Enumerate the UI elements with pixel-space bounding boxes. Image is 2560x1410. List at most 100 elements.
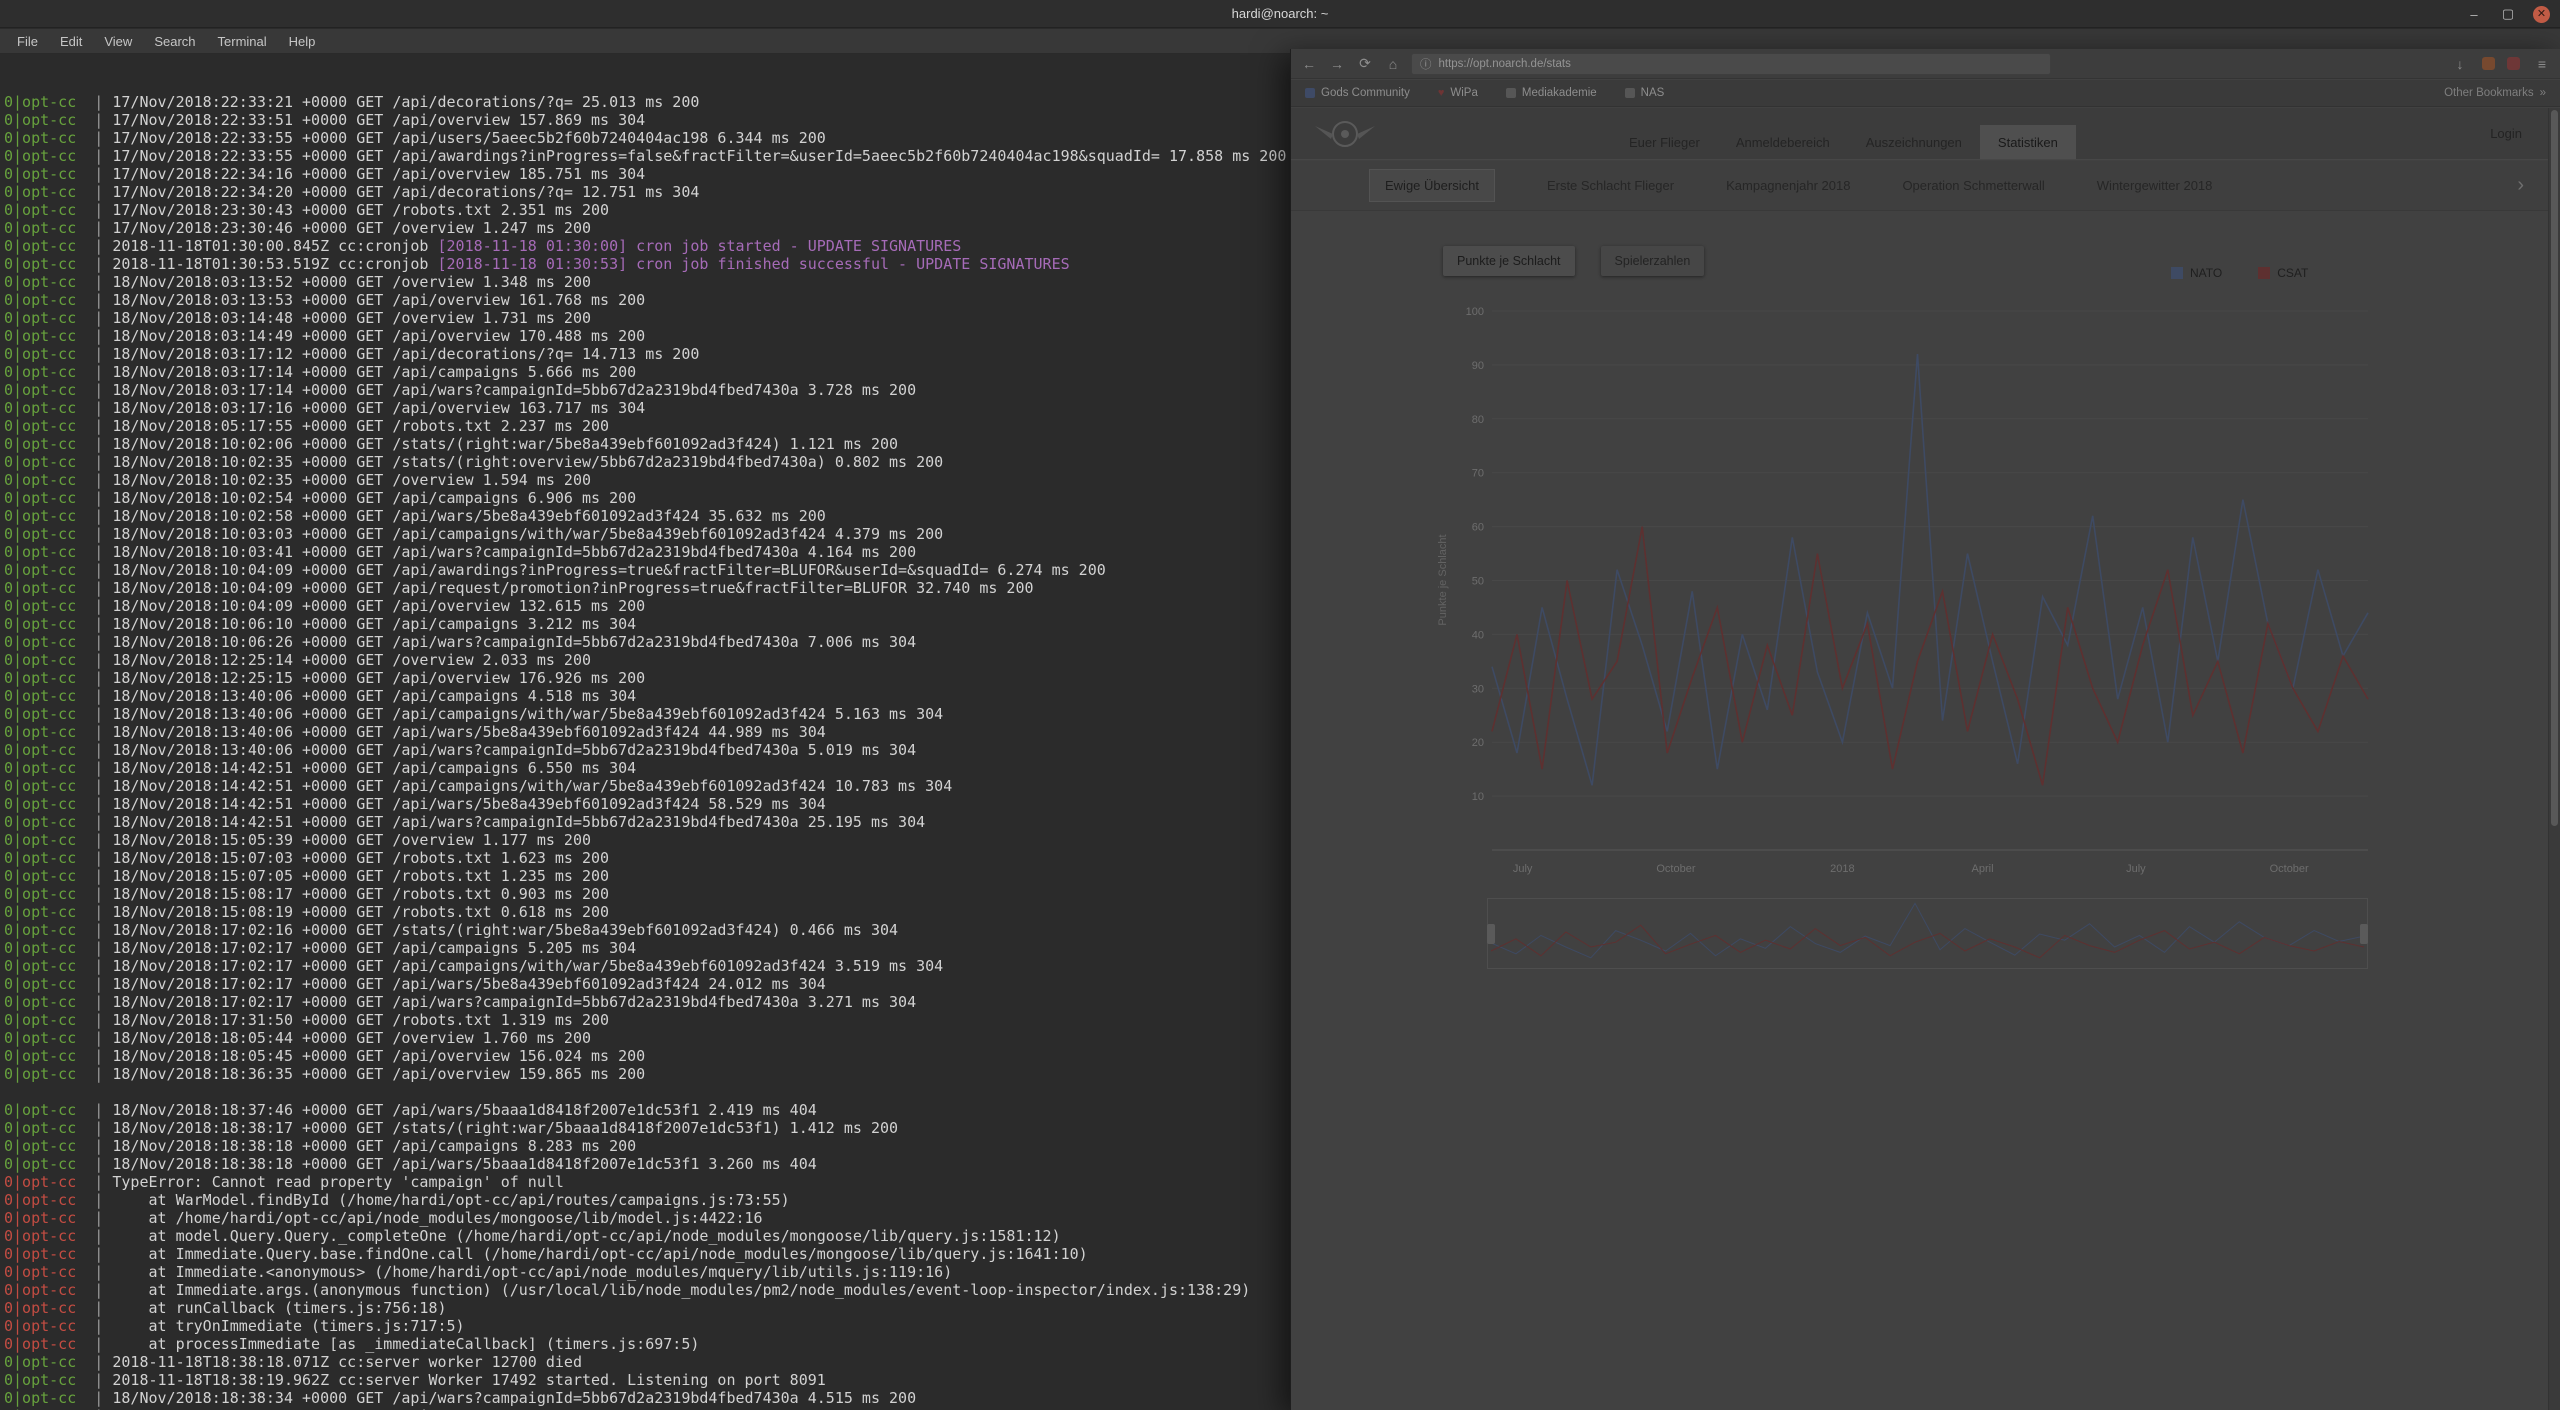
maximize-button[interactable]: ▢ — [2499, 6, 2517, 22]
log-message: 18/Nov/2018:10:04:09 +0000 GET /api/over… — [112, 597, 645, 615]
bookmark-label: Mediakademie — [1522, 87, 1597, 99]
campaign-tab-kampagnenjahr-2018[interactable]: Kampagnenjahr 2018 — [1726, 178, 1850, 193]
log-prefix: 0|opt-cc — [4, 723, 76, 741]
log-prefix: 0|opt-cc — [4, 1299, 76, 1317]
menu-help[interactable]: Help — [278, 29, 327, 53]
site-info-icon[interactable]: ⓘ — [1420, 56, 1432, 72]
log-separator: | — [76, 219, 112, 237]
scrollbar-thumb[interactable] — [2551, 110, 2558, 826]
other-bookmarks[interactable]: Other Bookmarks» — [2444, 87, 2546, 99]
log-separator: | — [76, 993, 112, 1011]
log-message: 18/Nov/2018:03:17:16 +0000 GET /api/over… — [112, 399, 645, 417]
url-text: https://opt.noarch.de/stats — [1439, 58, 1571, 70]
log-prefix: 0|opt-cc — [4, 1065, 76, 1083]
legend-swatch — [2258, 267, 2270, 279]
log-separator: | — [76, 849, 112, 867]
log-message: 17/Nov/2018:22:33:55 +0000 GET /api/awar… — [112, 147, 1286, 165]
log-separator: | — [76, 471, 112, 489]
bookmark-item[interactable]: Gods Community — [1305, 87, 1410, 99]
legend-item-csat[interactable]: CSAT — [2258, 266, 2308, 280]
extension-icon-2[interactable] — [2507, 57, 2520, 70]
log-message: 2018-11-18T18:38:18.071Z cc:server worke… — [112, 1353, 582, 1371]
site-tab-euer-flieger[interactable]: Euer Flieger — [1611, 125, 1718, 159]
log-message: 2018-11-18T18:38:19.962Z cc:server Worke… — [112, 1371, 825, 1389]
legend-item-nato[interactable]: NATO — [2171, 266, 2222, 280]
bookmark-item[interactable]: Mediakademie — [1506, 87, 1597, 99]
svg-text:50: 50 — [1472, 576, 1484, 588]
log-separator: | — [76, 1029, 112, 1047]
url-bar[interactable]: ⓘ https://opt.noarch.de/stats — [1411, 53, 2051, 75]
log-separator: | — [76, 759, 112, 777]
favicon-icon — [1506, 88, 1516, 98]
svg-text:100: 100 — [1466, 306, 1484, 318]
menu-file[interactable]: File — [6, 29, 49, 53]
chart-navigator[interactable] — [1487, 890, 2368, 976]
forward-icon[interactable]: → — [1327, 54, 1347, 74]
log-prefix: 0|opt-cc — [4, 1227, 76, 1245]
campaign-tab-operation-schmetterwall[interactable]: Operation Schmetterwall — [1902, 178, 2044, 193]
log-prefix: 0|opt-cc — [4, 1353, 76, 1371]
log-prefix: 0|opt-cc — [4, 903, 76, 921]
site-tab-anmeldebereich[interactable]: Anmeldebereich — [1718, 125, 1848, 159]
log-prefix: 0|opt-cc — [4, 561, 76, 579]
log-prefix: 0|opt-cc — [4, 165, 76, 183]
minimize-button[interactable]: – — [2465, 7, 2483, 22]
svg-text:10: 10 — [1472, 791, 1484, 803]
log-prefix: 0|opt-cc — [4, 1263, 76, 1281]
log-separator: | — [76, 615, 112, 633]
site-logo[interactable] — [1313, 113, 1377, 155]
extension-icon-1[interactable] — [2482, 57, 2495, 70]
menu-edit[interactable]: Edit — [49, 29, 93, 53]
log-prefix: 0|opt-cc — [4, 615, 76, 633]
svg-text:April: April — [1972, 863, 1994, 875]
download-icon[interactable]: ↓ — [2450, 54, 2470, 74]
hamburger-menu-icon[interactable]: ≡ — [2532, 54, 2552, 74]
log-separator: | — [76, 345, 112, 363]
log-message: 18/Nov/2018:12:25:15 +0000 GET /api/over… — [112, 669, 645, 687]
filter-spielerzahlen[interactable]: Spielerzahlen — [1601, 246, 1705, 276]
navigator-handle-right[interactable] — [2360, 924, 2368, 944]
log-prefix: 0|opt-cc — [4, 579, 76, 597]
next-campaigns-icon[interactable]: › — [2517, 174, 2524, 197]
log-separator: | — [76, 597, 112, 615]
bookmark-item[interactable]: NAS — [1625, 87, 1665, 99]
browser-scrollbar[interactable] — [2548, 108, 2560, 1410]
site-tab-statistiken[interactable]: Statistiken — [1980, 125, 2076, 159]
svg-text:20: 20 — [1472, 737, 1484, 749]
campaign-tab-erste-schlacht-flieger[interactable]: Erste Schlacht Flieger — [1547, 178, 1674, 193]
log-separator: | — [76, 669, 112, 687]
close-button[interactable]: ✕ — [2533, 6, 2550, 23]
browser-window[interactable]: ← → ⟳ ⌂ ⓘ https://opt.noarch.de/stats ↓ … — [1290, 49, 2560, 1410]
log-message: 17/Nov/2018:22:34:16 +0000 GET /api/over… — [112, 165, 645, 183]
chart-series-csat — [1492, 527, 2368, 786]
terminal-titlebar[interactable]: hardi@noarch: ~ – ▢ ✕ — [0, 0, 2560, 28]
log-separator: | — [76, 489, 112, 507]
menu-view[interactable]: View — [93, 29, 143, 53]
log-separator: | — [76, 687, 112, 705]
log-separator: | — [76, 633, 112, 651]
log-prefix: 0|opt-cc — [4, 975, 76, 993]
navigator-handle-left[interactable] — [1487, 924, 1495, 944]
log-message: 18/Nov/2018:18:38:17 +0000 GET /stats/(r… — [112, 1119, 898, 1137]
log-prefix: 0|opt-cc — [4, 687, 76, 705]
site-tab-auszeichnungen[interactable]: Auszeichnungen — [1848, 125, 1980, 159]
campaign-tab-ewige-bersicht[interactable]: Ewige Übersicht — [1369, 169, 1495, 202]
bookmark-item[interactable]: ♥WiPa — [1438, 87, 1478, 99]
campaign-tab-wintergewitter-2018[interactable]: Wintergewitter 2018 — [2097, 178, 2213, 193]
log-message: 17/Nov/2018:22:33:21 +0000 GET /api/deco… — [112, 93, 699, 111]
reload-icon[interactable]: ⟳ — [1355, 54, 1375, 74]
site-nav: Euer FliegerAnmeldebereichAuszeichnungen… — [1611, 125, 2076, 159]
filter-punkte-je-schlacht[interactable]: Punkte je Schlacht — [1443, 246, 1575, 276]
home-icon[interactable]: ⌂ — [1383, 54, 1403, 74]
log-prefix: 0|opt-cc — [4, 543, 76, 561]
log-prefix: 0|opt-cc — [4, 1281, 76, 1299]
log-prefix: 0|opt-cc — [4, 111, 76, 129]
log-message: at WarModel.findById (/home/hardi/opt-cc… — [112, 1191, 789, 1209]
login-link[interactable]: Login — [2490, 126, 2522, 141]
log-message: 18/Nov/2018:14:42:51 +0000 GET /api/wars… — [112, 813, 925, 831]
menu-search[interactable]: Search — [143, 29, 206, 53]
log-prefix: 0|opt-cc — [4, 1209, 76, 1227]
back-icon[interactable]: ← — [1299, 54, 1319, 74]
menu-terminal[interactable]: Terminal — [207, 29, 278, 53]
log-separator: | — [76, 273, 112, 291]
